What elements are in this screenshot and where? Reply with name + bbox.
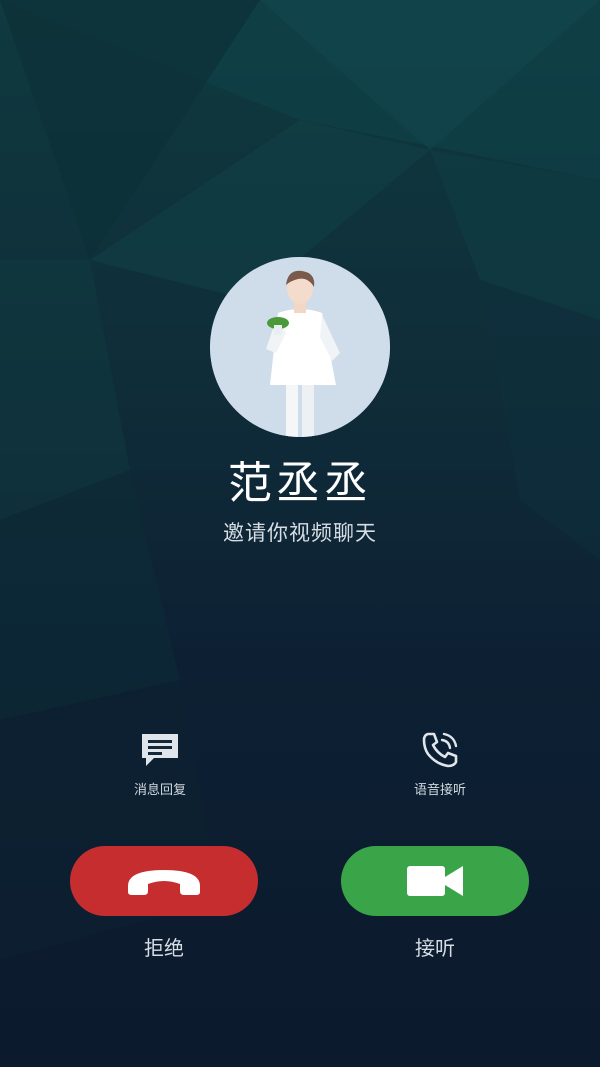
incoming-video-call-screen: 范丞丞 邀请你视频聊天 消息回复 语音接听 拒绝 接听: [0, 0, 600, 1067]
accept-label: 接听: [415, 936, 455, 960]
video-camera-icon: [407, 866, 463, 896]
caller-avatar: [210, 257, 390, 437]
voice-answer-icon: [422, 732, 458, 768]
voice-answer-button[interactable]: 语音接听: [380, 728, 500, 800]
decline-button[interactable]: [70, 846, 258, 916]
call-type-text: 邀请你视频聊天: [223, 521, 377, 545]
decline-label: 拒绝: [144, 936, 184, 960]
accept-video-button[interactable]: [341, 846, 529, 916]
message-reply-button[interactable]: 消息回复: [100, 728, 220, 800]
caller-name: 范丞丞: [228, 458, 372, 509]
message-reply-icon: [142, 734, 178, 766]
voice-answer-label: 语音接听: [413, 783, 466, 798]
phone-hangup-icon: [128, 870, 200, 895]
message-reply-label: 消息回复: [133, 783, 186, 798]
